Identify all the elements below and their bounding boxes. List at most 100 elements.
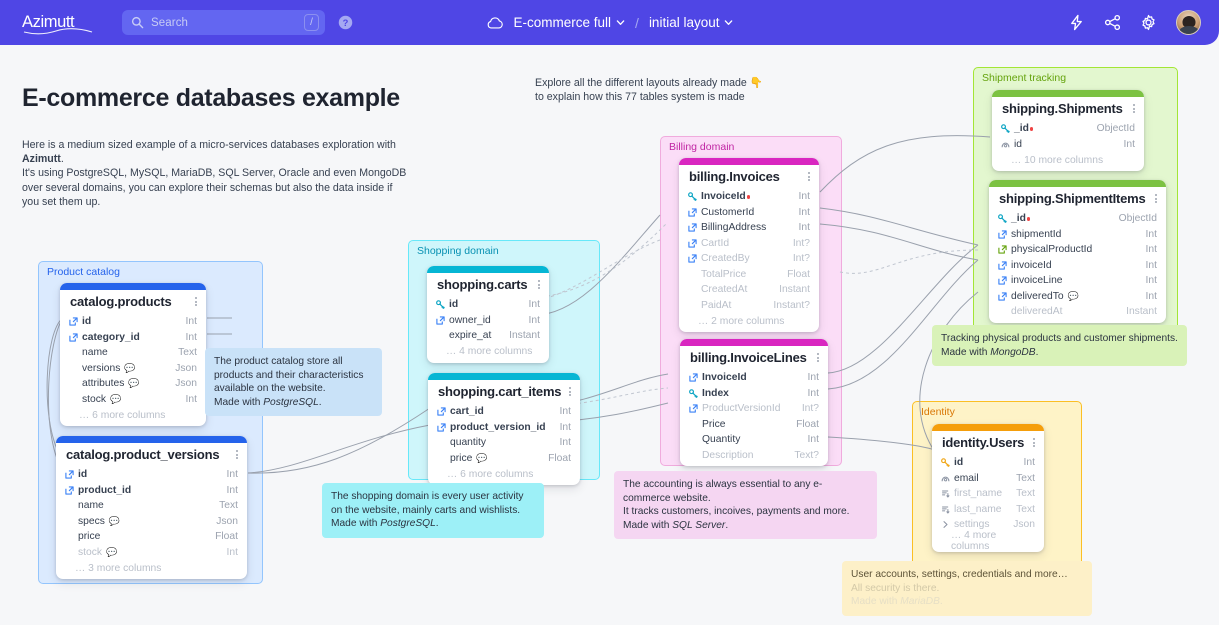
- table-column[interactable]: cart_id Int: [428, 404, 580, 420]
- table-column[interactable]: CreatedAt Instant: [679, 282, 819, 298]
- table-column[interactable]: stock 💬 Int: [60, 392, 206, 408]
- column-comment-icon[interactable]: 💬: [106, 547, 117, 558]
- expand-chevron-icon[interactable]: [941, 520, 950, 529]
- column-comment-icon[interactable]: 💬: [110, 394, 121, 405]
- table-header[interactable]: shipping.ShipmentItems: [989, 187, 1166, 211]
- table-card-shipping-shipments[interactable]: shipping.Shipments _id ObjectId id Int … 10 m…: [992, 90, 1144, 171]
- table-card-billing-invoices[interactable]: billing.Invoices InvoiceId Int CustomerId In…: [679, 158, 819, 332]
- table-column[interactable]: invoiceLine Int: [989, 273, 1166, 289]
- table-column[interactable]: id Int: [992, 137, 1144, 153]
- table-column[interactable]: attributes 💬 Json: [60, 376, 206, 392]
- table-column[interactable]: name Text: [60, 345, 206, 361]
- table-column[interactable]: quantity Int: [428, 435, 580, 451]
- bolt-icon[interactable]: [1068, 14, 1085, 31]
- table-column[interactable]: shipmentId Int: [989, 227, 1166, 243]
- table-header[interactable]: catalog.products: [60, 290, 206, 314]
- table-column[interactable]: price 💬 Float: [428, 451, 580, 467]
- table-column[interactable]: stock 💬 Int: [56, 545, 247, 561]
- table-menu-icon[interactable]: [537, 278, 541, 291]
- table-menu-icon[interactable]: [194, 295, 198, 308]
- table-column[interactable]: CreatedBy Int?: [679, 251, 819, 267]
- gear-icon[interactable]: [1140, 14, 1157, 31]
- note-shopping-domain[interactable]: The shopping domain is every user activi…: [322, 483, 544, 538]
- table-column[interactable]: _id ObjectId: [992, 121, 1144, 137]
- table-menu-icon[interactable]: [1032, 436, 1036, 449]
- table-column[interactable]: versions 💬 Json: [60, 361, 206, 377]
- more-columns-link[interactable]: … 3 more columns: [56, 560, 247, 576]
- table-column[interactable]: PaidAt Instant?: [679, 298, 819, 314]
- search-input[interactable]: Search /: [122, 10, 325, 35]
- table-column[interactable]: product_version_id Int: [428, 420, 580, 436]
- table-column[interactable]: id Int: [932, 455, 1044, 471]
- table-menu-icon[interactable]: [568, 385, 572, 398]
- table-column[interactable]: Price Float: [680, 417, 828, 433]
- table-card-catalog-product-versions[interactable]: catalog.product_versions id Int product_id I…: [56, 436, 247, 579]
- table-header[interactable]: shipping.Shipments: [992, 97, 1144, 121]
- table-column[interactable]: Index Int: [680, 386, 828, 402]
- column-comment-icon[interactable]: 💬: [476, 453, 487, 464]
- table-card-catalog-products[interactable]: catalog.products id Int category_id Int name T…: [60, 283, 206, 426]
- table-card-identity-users[interactable]: identity.Users id Int email Text first_name Te…: [932, 424, 1044, 552]
- more-columns-link[interactable]: … 6 more columns: [428, 466, 580, 482]
- table-column[interactable]: Quantity Int: [680, 432, 828, 448]
- table-column[interactable]: physicalProductId Int: [989, 242, 1166, 258]
- azimutt-logo[interactable]: Azimutt: [22, 10, 98, 36]
- table-column[interactable]: ProductVersionId Int?: [680, 401, 828, 417]
- table-column[interactable]: deliveredTo 💬 Int: [989, 289, 1166, 305]
- table-column[interactable]: BillingAddress Int: [679, 220, 819, 236]
- table-header[interactable]: catalog.product_versions: [56, 443, 247, 467]
- table-column[interactable]: last_name Text: [932, 502, 1044, 518]
- table-column[interactable]: product_id Int: [56, 483, 247, 499]
- table-card-shopping-cart-items[interactable]: shopping.cart_items cart_id Int product_ver…: [428, 373, 580, 485]
- note-shipment-tracking[interactable]: Tracking physical products and customer …: [932, 325, 1187, 367]
- share-icon[interactable]: [1104, 14, 1121, 31]
- table-card-shipping-shipmentitems[interactable]: shipping.ShipmentItems _id ObjectId shipmen…: [989, 180, 1166, 323]
- table-header[interactable]: billing.InvoiceLines: [680, 346, 828, 370]
- breadcrumb-project[interactable]: E-commerce full: [514, 15, 626, 30]
- note-product-catalog[interactable]: The product catalog store all products a…: [205, 348, 382, 417]
- table-header[interactable]: billing.Invoices: [679, 165, 819, 189]
- table-column[interactable]: Description Text?: [680, 448, 828, 464]
- table-column[interactable]: first_name Text: [932, 486, 1044, 502]
- column-comment-icon[interactable]: 💬: [109, 516, 120, 527]
- more-columns-link[interactable]: … 2 more columns: [679, 313, 819, 329]
- table-column[interactable]: expire_at Instant: [427, 328, 549, 344]
- more-columns-link[interactable]: … 4 more columns: [427, 344, 549, 360]
- table-card-shopping-carts[interactable]: shopping.carts id Int owner_id Int expire_at I…: [427, 266, 549, 363]
- note-identity[interactable]: User accounts, settings, credentials and…: [842, 561, 1092, 616]
- table-column[interactable]: specs 💬 Json: [56, 514, 247, 530]
- table-header[interactable]: shopping.carts: [427, 273, 549, 297]
- column-comment-icon[interactable]: 💬: [128, 378, 139, 389]
- avatar[interactable]: [1176, 10, 1201, 35]
- cloud-icon[interactable]: [486, 14, 504, 32]
- table-column[interactable]: CartId Int?: [679, 236, 819, 252]
- column-comment-icon[interactable]: 💬: [1068, 291, 1079, 302]
- table-column[interactable]: InvoiceId Int: [680, 370, 828, 386]
- more-columns-link[interactable]: … 6 more columns: [60, 407, 206, 423]
- table-header[interactable]: identity.Users: [932, 431, 1044, 455]
- table-menu-icon[interactable]: [1154, 192, 1158, 205]
- breadcrumb-layout[interactable]: initial layout: [649, 15, 734, 30]
- table-column[interactable]: InvoiceId Int: [679, 189, 819, 205]
- table-column[interactable]: email Text: [932, 471, 1044, 487]
- table-column[interactable]: id Int: [60, 314, 206, 330]
- more-columns-link[interactable]: … 10 more columns: [992, 152, 1144, 168]
- table-column[interactable]: id Int: [56, 467, 247, 483]
- column-comment-icon[interactable]: 💬: [124, 363, 135, 374]
- more-columns-link[interactable]: … 4 more columns: [932, 530, 1044, 552]
- table-menu-icon[interactable]: [235, 448, 239, 461]
- table-column[interactable]: owner_id Int: [427, 313, 549, 329]
- table-column[interactable]: price Float: [56, 529, 247, 545]
- table-menu-icon[interactable]: [816, 351, 820, 364]
- note-billing-domain[interactable]: The accounting is always essential to an…: [614, 471, 877, 540]
- table-header[interactable]: shopping.cart_items: [428, 380, 580, 404]
- table-column[interactable]: CustomerId Int: [679, 205, 819, 221]
- table-column[interactable]: name Text: [56, 498, 247, 514]
- help-icon[interactable]: ?: [338, 15, 353, 30]
- table-column[interactable]: invoiceId Int: [989, 258, 1166, 274]
- table-menu-icon[interactable]: [1132, 102, 1136, 115]
- table-menu-icon[interactable]: [807, 170, 811, 183]
- table-column[interactable]: deliveredAt Instant: [989, 304, 1166, 320]
- table-column[interactable]: _id ObjectId: [989, 211, 1166, 227]
- table-card-billing-invoicelines[interactable]: billing.InvoiceLines InvoiceId Int Index Int…: [680, 339, 828, 466]
